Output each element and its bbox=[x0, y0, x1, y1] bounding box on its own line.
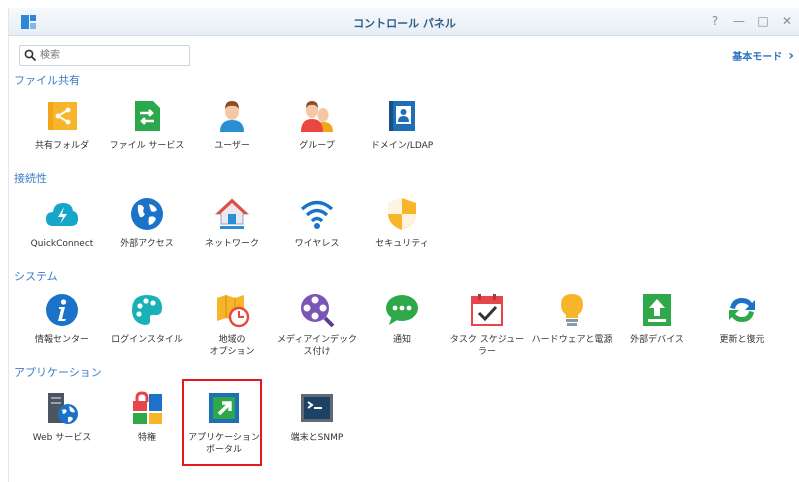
quickconnect-item[interactable]: QuickConnect bbox=[19, 196, 105, 250]
section-label-connectivity: 接続性 bbox=[14, 172, 47, 185]
group-icon bbox=[301, 101, 333, 132]
section-label-applications: アプリケーション bbox=[14, 366, 102, 379]
help-icon[interactable]: ? bbox=[708, 14, 722, 28]
item-label: ワイヤレス bbox=[294, 239, 340, 249]
hardware-power-icon bbox=[561, 294, 583, 326]
update-restore-item[interactable]: 更新と復元 bbox=[699, 292, 785, 346]
item-label: セキュリティ bbox=[375, 239, 429, 249]
item-label: Web サービス bbox=[32, 433, 92, 443]
item-label: ハードウェアと電源 bbox=[531, 335, 613, 345]
update-restore-icon bbox=[729, 298, 755, 322]
item-label: グループ bbox=[299, 141, 335, 151]
external-devices-item[interactable]: 外部デバイス bbox=[614, 292, 700, 346]
domain-ldap-item[interactable]: ドメイン/LDAP bbox=[359, 98, 445, 152]
title-bar[interactable]: コントロール パネル ? — □ ✕ bbox=[9, 8, 799, 36]
shared-folder-item[interactable]: 共有フォルダ bbox=[19, 98, 105, 152]
user-item[interactable]: ユーザー bbox=[189, 98, 275, 152]
shared-folder-icon bbox=[48, 102, 77, 130]
login-style-item[interactable]: ログインスタイル bbox=[104, 292, 190, 346]
basic-mode-link[interactable]: 基本モード › bbox=[732, 47, 794, 64]
search-box[interactable] bbox=[19, 45, 190, 66]
web-services-icon bbox=[48, 393, 78, 424]
item-label: 外部アクセス bbox=[120, 239, 174, 249]
item-label: QuickConnect bbox=[30, 239, 94, 249]
info-center-icon bbox=[46, 294, 78, 326]
external-access-icon bbox=[131, 198, 163, 230]
notification-item[interactable]: 通知 bbox=[359, 292, 445, 346]
item-label: 共有フォルダ bbox=[34, 141, 89, 151]
section-label-system: システム bbox=[14, 270, 58, 283]
security-icon bbox=[388, 198, 416, 230]
chevron-right-icon: › bbox=[788, 47, 794, 64]
regional-options-icon bbox=[217, 295, 250, 328]
domain-ldap-icon bbox=[389, 101, 415, 131]
wireless-item[interactable]: ワイヤレス bbox=[274, 196, 360, 250]
section-label-file-sharing: ファイル共有 bbox=[14, 74, 80, 87]
close-icon[interactable]: ✕ bbox=[780, 14, 794, 28]
quickconnect-icon bbox=[46, 203, 78, 226]
task-scheduler-icon bbox=[471, 294, 503, 326]
item-label: 通知 bbox=[392, 335, 411, 345]
terminal-snmp-icon bbox=[301, 394, 333, 422]
file-services-icon bbox=[135, 101, 160, 131]
wireless-icon bbox=[300, 200, 334, 229]
item-label: 特権 bbox=[137, 433, 156, 443]
item-label: 更新と復元 bbox=[719, 335, 765, 345]
maximize-icon[interactable]: □ bbox=[756, 14, 770, 28]
privileges-item[interactable]: 特権 bbox=[104, 390, 190, 444]
media-indexing-item[interactable]: メディアインデック ス付け bbox=[274, 292, 360, 358]
item-label: ドメイン/LDAP bbox=[370, 141, 434, 151]
window-title: コントロール パネル bbox=[353, 17, 456, 30]
security-item[interactable]: セキュリティ bbox=[359, 196, 445, 250]
item-label: ネットワーク bbox=[204, 239, 259, 249]
group-item[interactable]: グループ bbox=[274, 98, 360, 152]
terminal-snmp-item[interactable]: 端末とSNMP bbox=[274, 390, 360, 444]
search-input[interactable] bbox=[40, 47, 185, 64]
minimize-icon[interactable]: — bbox=[732, 14, 746, 28]
item-label: メディアインデック ス付け bbox=[277, 335, 357, 357]
basic-mode-label: 基本モード bbox=[732, 52, 783, 63]
item-label: 情報センター bbox=[34, 335, 89, 345]
notification-icon bbox=[386, 295, 418, 325]
item-label: タスク スケジュー ラー bbox=[449, 335, 525, 357]
network-icon bbox=[214, 198, 250, 229]
toolbar: 基本モード › bbox=[9, 36, 799, 72]
web-services-item[interactable]: Web サービス bbox=[19, 390, 105, 444]
network-item[interactable]: ネットワーク bbox=[189, 196, 275, 250]
user-icon bbox=[220, 101, 244, 132]
item-label: ユーザー bbox=[214, 141, 250, 151]
item-label: 地域の オプション bbox=[209, 335, 255, 357]
item-label: ファイル サービス bbox=[109, 141, 185, 151]
media-indexing-icon bbox=[301, 294, 335, 328]
info-center-item[interactable]: 情報センター bbox=[19, 292, 105, 346]
task-scheduler-item[interactable]: タスク スケジュー ラー bbox=[444, 292, 530, 358]
item-label: 端末とSNMP bbox=[290, 433, 344, 443]
login-style-icon bbox=[132, 295, 162, 325]
external-devices-icon bbox=[643, 294, 671, 326]
regional-options-item[interactable]: 地域の オプション bbox=[189, 292, 275, 358]
search-icon bbox=[24, 49, 37, 62]
privileges-icon bbox=[133, 391, 162, 424]
file-services-item[interactable]: ファイル サービス bbox=[104, 98, 190, 152]
external-access-item[interactable]: 外部アクセス bbox=[104, 196, 190, 250]
item-label: ログインスタイル bbox=[111, 335, 183, 345]
item-label: 外部デバイス bbox=[630, 335, 684, 345]
hardware-power-item[interactable]: ハードウェアと電源 bbox=[529, 292, 615, 346]
selection-highlight-box bbox=[182, 379, 262, 466]
